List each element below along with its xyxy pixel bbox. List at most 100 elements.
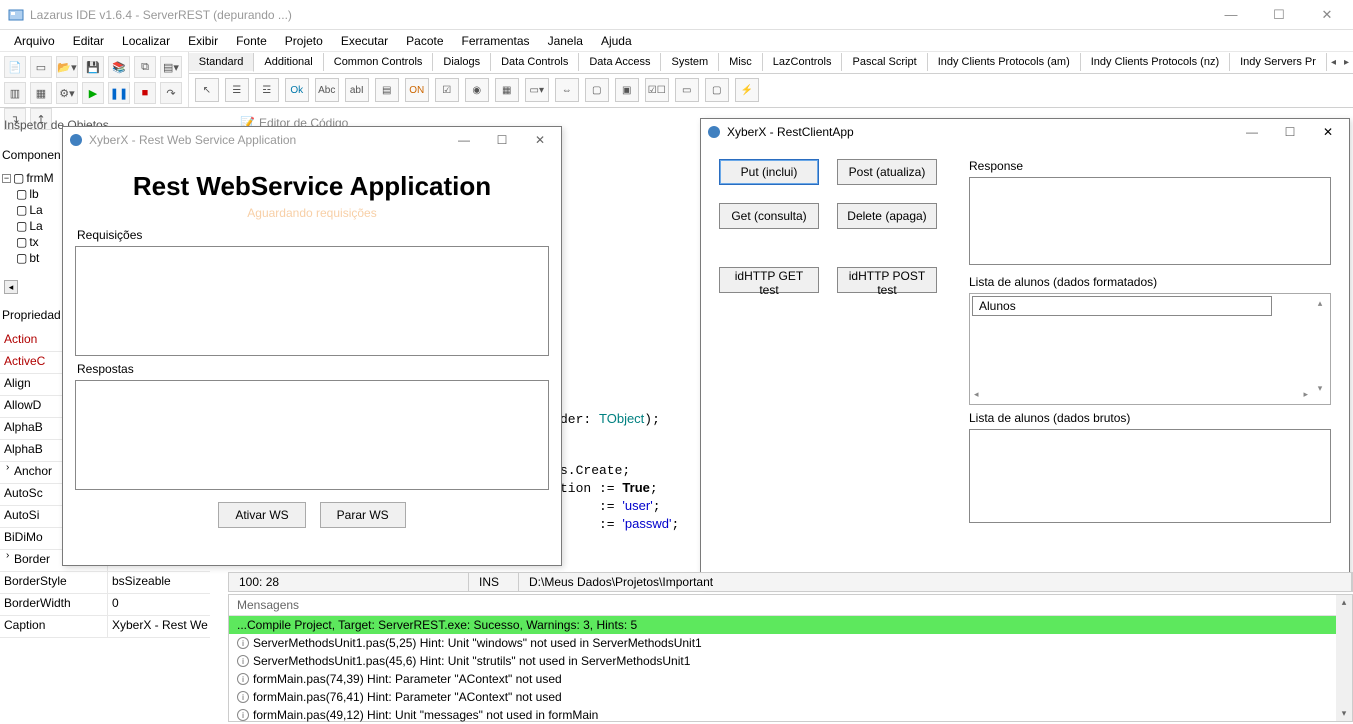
frame-icon[interactable]: ▢ bbox=[705, 78, 729, 102]
open-button[interactable]: 📂▾ bbox=[56, 56, 78, 78]
tab-misc[interactable]: Misc bbox=[719, 53, 763, 71]
menu-pacote[interactable]: Pacote bbox=[398, 32, 451, 50]
tab-lazcontrols[interactable]: LazControls bbox=[763, 53, 843, 71]
rc-httpget-button[interactable]: idHTTP GET test bbox=[719, 267, 819, 293]
tab-indy-servers[interactable]: Indy Servers Pr bbox=[1230, 53, 1327, 71]
ws-stop-button[interactable]: Parar WS bbox=[320, 502, 406, 528]
ws-maximize-button[interactable]: ☐ bbox=[487, 133, 517, 147]
rc-minimize-button[interactable]: ― bbox=[1237, 125, 1267, 139]
rc-httppost-button[interactable]: idHTTP POST test bbox=[837, 267, 937, 293]
popupmenu-icon[interactable]: ☲ bbox=[255, 78, 279, 102]
minimize-button[interactable]: ― bbox=[1213, 7, 1249, 23]
rc-put-button[interactable]: Put (inclui) bbox=[719, 159, 819, 185]
radiogroup-icon[interactable]: ▣ bbox=[615, 78, 639, 102]
pause-button[interactable]: ❚❚ bbox=[108, 82, 130, 104]
mode-button[interactable]: ▤▾ bbox=[160, 56, 182, 78]
memo-icon[interactable]: ▤ bbox=[375, 78, 399, 102]
rc-post-button[interactable]: Post (atualiza) bbox=[837, 159, 937, 185]
tree-node-tx[interactable]: tx bbox=[29, 235, 38, 249]
combobox-icon[interactable]: ▭▾ bbox=[525, 78, 549, 102]
tab-standard[interactable]: Standard bbox=[189, 53, 255, 72]
rc-list-scroll-down[interactable]: ▾ bbox=[1316, 381, 1325, 396]
tab-system[interactable]: System bbox=[661, 53, 719, 71]
rc-list-raw[interactable] bbox=[969, 429, 1331, 523]
tab-indy-nz[interactable]: Indy Clients Protocols (nz) bbox=[1081, 53, 1230, 71]
ws-responses-memo[interactable] bbox=[75, 380, 549, 490]
message-row[interactable]: iformMain.pas(74,39) Hint: Parameter "AC… bbox=[229, 670, 1352, 688]
tab-pascal-script[interactable]: Pascal Script bbox=[842, 53, 927, 71]
menu-projeto[interactable]: Projeto bbox=[277, 32, 331, 50]
listbox-icon[interactable]: ▦ bbox=[495, 78, 519, 102]
rc-get-button[interactable]: Get (consulta) bbox=[719, 203, 819, 229]
actionlist-icon[interactable]: ⚡ bbox=[735, 78, 759, 102]
ws-start-button[interactable]: Ativar WS bbox=[218, 502, 305, 528]
tab-dialogs[interactable]: Dialogs bbox=[433, 53, 491, 71]
tree-node-lb[interactable]: lb bbox=[29, 187, 38, 201]
rc-list-scroll-right[interactable]: ▸ bbox=[1301, 387, 1310, 402]
save-button[interactable]: 💾 bbox=[82, 56, 104, 78]
message-row[interactable]: iformMain.pas(49,12) Hint: Unit "message… bbox=[229, 706, 1352, 724]
checkgroup-icon[interactable]: ☑☐ bbox=[645, 78, 669, 102]
label-icon[interactable]: Abc bbox=[315, 78, 339, 102]
tab-additional[interactable]: Additional bbox=[254, 53, 323, 71]
message-row[interactable]: iServerMethodsUnit1.pas(45,6) Hint: Unit… bbox=[229, 652, 1352, 670]
new-form-button[interactable]: ▭ bbox=[30, 56, 52, 78]
tab-indy-am[interactable]: Indy Clients Protocols (am) bbox=[928, 53, 1081, 71]
message-row-compile[interactable]: ...Compile Project, Target: ServerREST.e… bbox=[229, 616, 1352, 634]
ws-minimize-button[interactable]: ― bbox=[449, 133, 479, 147]
tab-data-access[interactable]: Data Access bbox=[579, 53, 661, 71]
view-forms-button[interactable]: ▦ bbox=[30, 82, 52, 104]
maximize-button[interactable]: ☐ bbox=[1261, 7, 1297, 23]
component-tree[interactable]: −▢frmM ▢lb ▢La ▢La ▢tx ▢bt bbox=[0, 170, 60, 280]
stop-button[interactable]: ■ bbox=[134, 82, 156, 104]
rc-close-button[interactable]: ✕ bbox=[1313, 125, 1343, 139]
rc-response-memo[interactable] bbox=[969, 177, 1331, 265]
radiobutton-icon[interactable]: ◉ bbox=[465, 78, 489, 102]
messages-scroll-down[interactable]: ▾ bbox=[1340, 706, 1349, 721]
tabs-right-arrow[interactable]: ▸ bbox=[1340, 57, 1353, 68]
panel-icon[interactable]: ▭ bbox=[675, 78, 699, 102]
ws-close-button[interactable]: ✕ bbox=[525, 133, 555, 147]
rc-titlebar[interactable]: XyberX - RestClientApp ― ☐ ✕ bbox=[701, 119, 1349, 145]
tab-common-controls[interactable]: Common Controls bbox=[324, 53, 434, 71]
menu-exibir[interactable]: Exibir bbox=[180, 32, 226, 50]
menu-ajuda[interactable]: Ajuda bbox=[593, 32, 640, 50]
tab-data-controls[interactable]: Data Controls bbox=[491, 53, 579, 71]
togglebox-icon[interactable]: ON bbox=[405, 78, 429, 102]
menu-arquivo[interactable]: Arquivo bbox=[6, 32, 63, 50]
rc-list-column-header[interactable]: Alunos bbox=[972, 296, 1272, 316]
close-button[interactable]: ✕ bbox=[1309, 7, 1345, 23]
groupbox-icon[interactable]: ▢ bbox=[585, 78, 609, 102]
mainmenu-icon[interactable]: ☰ bbox=[225, 78, 249, 102]
menu-janela[interactable]: Janela bbox=[540, 32, 591, 50]
checkbox-icon[interactable]: ☑ bbox=[435, 78, 459, 102]
rc-list-formatted[interactable]: Alunos ▴ ▾ ◂ ▸ bbox=[969, 293, 1331, 405]
tree-node-bt[interactable]: bt bbox=[29, 251, 39, 265]
menu-editar[interactable]: Editar bbox=[65, 32, 112, 50]
button-icon[interactable]: Ok bbox=[285, 78, 309, 102]
edit-icon[interactable]: abI bbox=[345, 78, 369, 102]
saveall-button[interactable]: 📚 bbox=[108, 56, 130, 78]
message-row[interactable]: iServerMethodsUnit1.pas(5,25) Hint: Unit… bbox=[229, 634, 1352, 652]
menu-localizar[interactable]: Localizar bbox=[114, 32, 178, 50]
tree-node-frm[interactable]: frmM bbox=[26, 171, 53, 185]
view-units-button[interactable]: ▥ bbox=[4, 82, 26, 104]
run-button[interactable]: ▶ bbox=[82, 82, 104, 104]
menu-executar[interactable]: Executar bbox=[333, 32, 396, 50]
message-row[interactable]: iformMain.pas(76,41) Hint: Parameter "AC… bbox=[229, 688, 1352, 706]
tree-node-la1[interactable]: La bbox=[29, 203, 42, 217]
messages-scroll-up[interactable]: ▴ bbox=[1340, 595, 1349, 610]
scrollbar-icon[interactable]: ⇔ bbox=[555, 78, 579, 102]
messages-scrollbar[interactable]: ▴▾ bbox=[1336, 595, 1352, 721]
menu-ferramentas[interactable]: Ferramentas bbox=[454, 32, 538, 50]
pointer-icon[interactable]: ↖ bbox=[195, 78, 219, 102]
ws-titlebar[interactable]: XyberX - Rest Web Service Application ― … bbox=[63, 127, 561, 153]
build-config-button[interactable]: ⚙▾ bbox=[56, 82, 78, 104]
tree-node-la2[interactable]: La bbox=[29, 219, 42, 233]
rc-list-scroll-up[interactable]: ▴ bbox=[1316, 296, 1325, 311]
stepover-button[interactable]: ↷ bbox=[160, 82, 182, 104]
tree-scroll-left[interactable]: ◂ bbox=[4, 280, 18, 294]
new-unit-button[interactable]: 📄 bbox=[4, 56, 26, 78]
rc-list-scroll-left[interactable]: ◂ bbox=[972, 387, 981, 402]
tree-collapse-icon[interactable]: − bbox=[2, 174, 11, 183]
